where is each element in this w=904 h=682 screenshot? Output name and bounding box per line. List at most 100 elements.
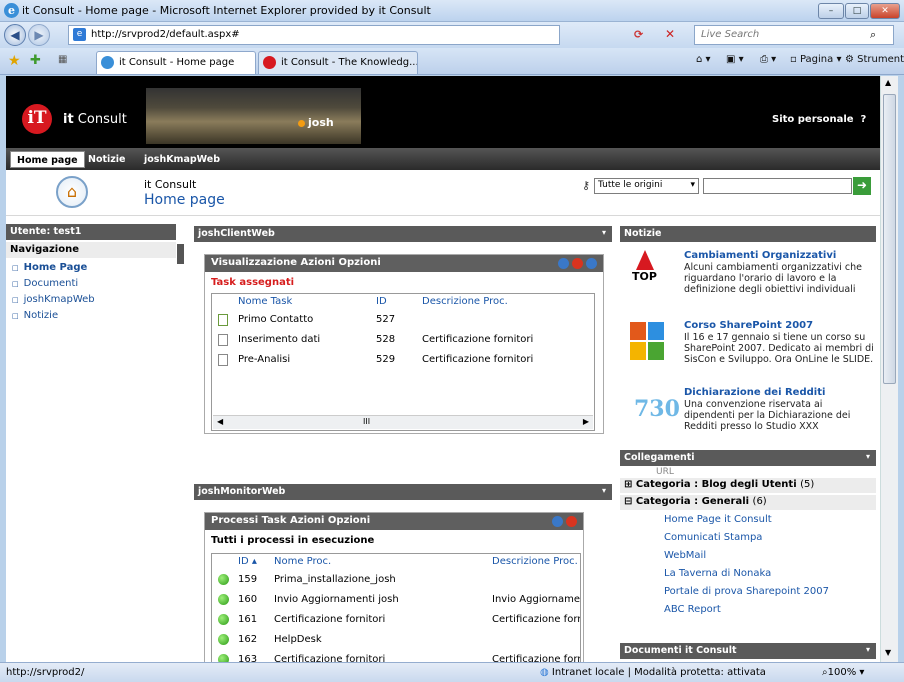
task-id: 528 [376, 334, 396, 345]
ie-tab-icon [101, 56, 114, 69]
search-scope-select[interactable]: Tutte le origini ▾ [594, 178, 699, 194]
leftnav-item-home[interactable]: Home Page [12, 262, 88, 273]
maximize-button[interactable]: □ [845, 3, 869, 19]
personal-site-link[interactable]: Sito personale ? [772, 114, 866, 125]
task-name[interactable]: Inserimento dati [238, 334, 320, 345]
link-item[interactable]: Comunicati Stampa [664, 532, 762, 543]
tab-home-page[interactable]: it Consult - Home page [96, 51, 256, 74]
client-web-menu[interactable]: Visualizzazione Azioni Opzioni [211, 257, 381, 268]
zoom-level[interactable]: ⌕100% ▾ [822, 667, 864, 678]
column-header[interactable]: Descrizione Proc. [422, 296, 508, 307]
search-icon[interactable]: ⌕ [870, 28, 876, 42]
process-name[interactable]: HelpDesk [274, 634, 322, 645]
close-circle-icon[interactable] [566, 516, 577, 527]
links-group-generali[interactable]: ⊟ Categoria : Generali (6) [620, 495, 876, 510]
forward-button[interactable]: ▶ [28, 24, 50, 46]
news-item-title[interactable]: Cambiamenti Organizzativi [684, 250, 836, 261]
security-zone[interactable]: ◍ Intranet locale | Modalità protetta: a… [540, 667, 766, 678]
address-bar[interactable]: e http://srvprod2/default.aspx# [68, 25, 560, 45]
left-navigation: Utente: test1 Navigazione Home Page Docu… [6, 224, 176, 662]
news-item-title[interactable]: Corso SharePoint 2007 [684, 320, 813, 331]
link-item[interactable]: Home Page it Consult [664, 514, 772, 525]
favorites-star-icon[interactable]: ★ [8, 53, 21, 69]
monitor-web-menu[interactable]: Processi Task Azioni Opzioni [211, 515, 370, 526]
news-list: TOP Cambiamenti Organizzativi Alcuni cam… [620, 242, 876, 452]
process-name[interactable]: Certificazione fornitori [274, 614, 385, 625]
leftnav-item-documenti[interactable]: Documenti [12, 278, 79, 289]
globe-icon: ◍ [540, 667, 549, 678]
task-doc-icon [218, 354, 228, 366]
tools-menu-label: Strumenti [857, 54, 904, 65]
live-search-input[interactable]: Live Search [694, 25, 894, 45]
links-group-blog[interactable]: ⊞ Categoria : Blog degli Utenti (5) [620, 478, 876, 493]
print-icon[interactable]: ⎙ ▾ [760, 54, 776, 65]
column-header[interactable]: ID [376, 296, 387, 307]
horizontal-scrollbar[interactable]: ◀ III ▶ [213, 415, 593, 429]
running-status-icon [218, 614, 229, 625]
vertical-scrollbar[interactable]: ▲ ▼ [880, 76, 898, 662]
tools-menu[interactable]: ⚙ Strumenti ▾ [845, 54, 904, 65]
column-header[interactable]: Nome Proc. [274, 556, 331, 567]
webpart-menu-icon[interactable]: ▾ [866, 452, 870, 461]
webpart-menu-icon[interactable]: ▾ [602, 228, 606, 237]
nav-tab-home[interactable]: Home page [10, 151, 85, 168]
scroll-up-icon[interactable]: ▲ [885, 78, 891, 87]
add-favorites-icon[interactable]: ✚ [30, 53, 41, 68]
refresh-circle-icon[interactable] [558, 258, 569, 269]
process-grid: ID ▴ Nome Proc. Descrizione Proc. 159 Pr… [211, 553, 581, 662]
webpart-menu-icon[interactable]: ▾ [866, 645, 870, 654]
link-item[interactable]: La Taverna di Nonaka [664, 568, 771, 579]
links-title: Collegamenti [624, 452, 695, 463]
nav-tab-notizie[interactable]: Notizie [82, 151, 132, 168]
status-url: http://srvprod2/ [6, 667, 85, 678]
scroll-thumb[interactable] [883, 94, 896, 384]
scroll-down-icon[interactable]: ▼ [885, 648, 891, 657]
link-item[interactable]: Portale di prova Sharepoint 2007 [664, 586, 829, 597]
tab-knowledge[interactable]: it Consult - The Knowledg... [258, 51, 418, 74]
refresh-circle-icon[interactable] [552, 516, 563, 527]
leftnav-item-notizie[interactable]: Notizie [12, 310, 58, 321]
stop-icon[interactable]: ✕ [665, 27, 675, 41]
refresh-icon[interactable]: ⟳ [634, 28, 643, 41]
column-header[interactable]: ID ▴ [238, 556, 257, 567]
home-icon[interactable]: ⌂ ▾ [696, 54, 711, 65]
leftnav-item-kmap[interactable]: joshKmapWeb [12, 294, 95, 305]
task-name[interactable]: Primo Contatto [238, 314, 313, 325]
page-menu[interactable]: ▫ Pagina ▾ [790, 54, 841, 65]
news-item-title[interactable]: Dichiarazione dei Redditi [684, 387, 825, 398]
search-go-button[interactable]: ➜ [853, 177, 871, 195]
nav-collapse-handle[interactable] [177, 244, 184, 264]
url-column-header: URL [656, 467, 674, 477]
close-circle-icon[interactable] [572, 258, 583, 269]
quick-tabs-icon[interactable]: ▦ [58, 54, 67, 65]
close-button[interactable]: ✕ [870, 3, 900, 19]
column-header[interactable]: Descrizione Proc. [492, 556, 578, 567]
webpart-menu-icon[interactable]: ▾ [602, 486, 606, 495]
itconsult-logo[interactable]: iT [22, 104, 52, 134]
nav-tab-kmap[interactable]: joshKmapWeb [138, 151, 226, 168]
task-name[interactable]: Pre-Analisi [238, 354, 290, 365]
site-name[interactable]: it Consult [144, 178, 196, 191]
site-search-input[interactable] [703, 178, 852, 194]
feeds-icon[interactable]: ▣ ▾ [726, 54, 744, 65]
address-text: http://srvprod2/default.aspx# [91, 29, 240, 40]
link-item[interactable]: ABC Report [664, 604, 721, 615]
help-circle-icon[interactable] [586, 258, 597, 269]
back-button[interactable]: ◀ [4, 24, 26, 46]
process-name[interactable]: Prima_installazione_josh [274, 574, 396, 585]
link-item[interactable]: WebMail [664, 550, 706, 561]
tab-row: ★ ✚ ▦ it Consult - Home page it Consult … [0, 48, 904, 75]
column-header[interactable]: Nome Task [238, 296, 292, 307]
process-id: 162 [238, 634, 258, 645]
minimize-button[interactable]: – [818, 3, 844, 19]
task-desc: Certificazione fornitori [422, 334, 534, 345]
help-link[interactable]: ? [861, 114, 867, 125]
task-grid: Nome Task ID Descrizione Proc. Primo Con… [211, 293, 595, 431]
process-name[interactable]: Certificazione fornitori [274, 654, 385, 662]
ie-logo-icon: e [4, 3, 19, 18]
task-desc: Certificazione fornitori [422, 354, 534, 365]
news-item-body: Alcuni cambiamenti organizzativi che rig… [684, 262, 862, 295]
section-title: Tutti i processi in esecuzione [211, 535, 375, 546]
running-status-icon [218, 574, 229, 585]
process-name[interactable]: Invio Aggiornamenti josh [274, 594, 399, 605]
